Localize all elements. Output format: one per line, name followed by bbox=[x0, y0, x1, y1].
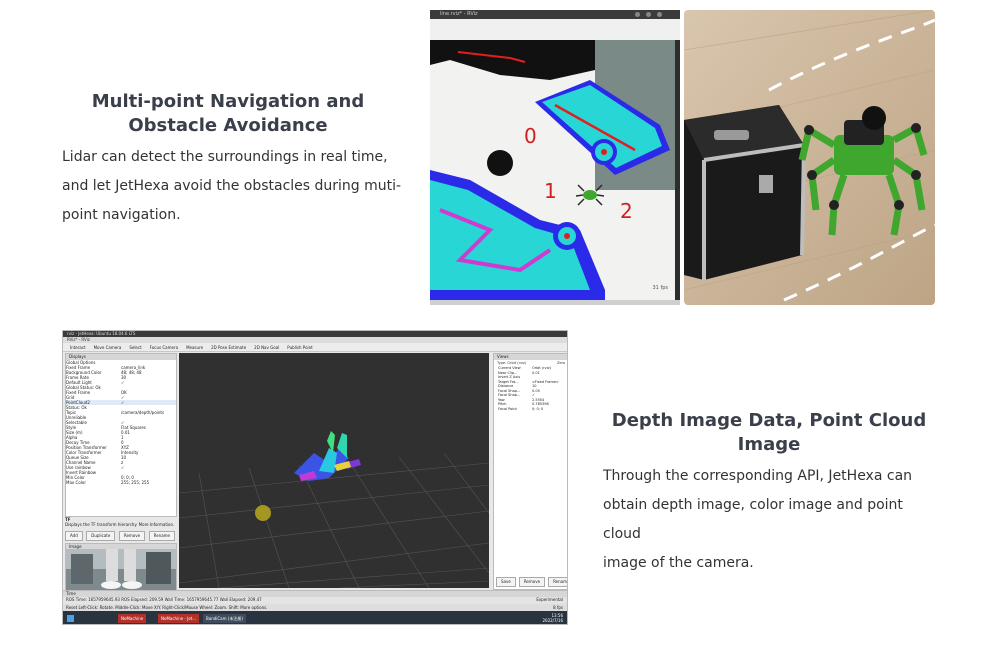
displays-buttons: Add Duplicate Remove Rename bbox=[65, 531, 175, 541]
clock-date: 2022/7/16 bbox=[542, 618, 563, 623]
jethexa-robot-photo bbox=[684, 10, 935, 305]
nav-map-top-area bbox=[430, 19, 680, 40]
round-obstacle-black bbox=[487, 150, 513, 176]
waypoint-label-0: 0 bbox=[524, 124, 537, 148]
suitcase-handle bbox=[714, 130, 749, 140]
nav-window-title: line.rviz* - RViz bbox=[440, 11, 478, 17]
depth-desc-line3: image of the camera. bbox=[603, 555, 754, 571]
tf-description: TF Displays the TF transform hierarchy. … bbox=[65, 517, 175, 529]
start-icon[interactable] bbox=[67, 615, 74, 622]
shoe-right bbox=[122, 581, 142, 589]
time-mode: Experimental bbox=[536, 597, 563, 602]
window-maximize-icon[interactable] bbox=[646, 12, 651, 17]
depth-title-line2: Image bbox=[737, 434, 801, 455]
time-panel: Time ROS Time: 1657959645.93 ROS Elapsed… bbox=[63, 590, 567, 605]
status-fps: 8 fps bbox=[553, 605, 563, 610]
status-instructions: Reset Left-Click: Rotate. Middle-Click: … bbox=[66, 605, 268, 610]
tf-description-text: Displays the TF transform hierarchy. Mor… bbox=[65, 522, 175, 527]
views-tree: Current View Orbit (rviz) Near Clip... 0.01… bbox=[494, 366, 567, 412]
views-row-key: Focal Point bbox=[498, 406, 517, 411]
tool-select[interactable]: Select bbox=[126, 343, 144, 351]
depth-section-title: Depth Image Data, Point Cloud Image bbox=[603, 409, 935, 457]
person-leg-left bbox=[106, 549, 118, 581]
nav-title-line1: Multi-point Navigation and bbox=[91, 91, 365, 112]
waypoint-label-2: 2 bbox=[620, 199, 633, 223]
windows-taskbar: NoMachine NoMachine - Jet... BandiCam (未… bbox=[63, 611, 567, 624]
views-buttons: Save Remove Rename bbox=[496, 577, 567, 587]
tool-2d-pose-estimate[interactable]: 2D Pose Estimate bbox=[208, 343, 249, 351]
remove-display-button[interactable]: Remove bbox=[118, 531, 146, 541]
depth-section-description: Through the corresponding API, JetHexa c… bbox=[603, 462, 943, 578]
rename-display-button[interactable]: Rename bbox=[148, 531, 175, 541]
depth-desc-line1: Through the corresponding API, JetHexa c… bbox=[603, 468, 913, 484]
views-save-button[interactable]: Save bbox=[496, 577, 516, 587]
status-bar: Reset Left-Click: Rotate. Middle-Click: … bbox=[63, 604, 567, 611]
duplicate-display-button[interactable]: Duplicate bbox=[86, 531, 116, 541]
nav-window-titlebar: line.rviz* - RViz bbox=[430, 10, 680, 19]
window-minimize-icon[interactable] bbox=[635, 12, 640, 17]
tool-move-camera[interactable]: Move Camera bbox=[91, 343, 125, 351]
nav-fps-readout: 31 fps bbox=[652, 285, 669, 291]
nav-status-bar bbox=[430, 300, 680, 305]
display-row-key: Max Color bbox=[66, 480, 86, 485]
displays-tree: Global Options Fixed Frame camera_link Back… bbox=[66, 360, 176, 485]
nav-desc-line1: Lidar can detect the surroundings in rea… bbox=[62, 149, 388, 165]
pointcloud-rviz-screenshot: rviz - JetHexa: Ubuntu 18.04.6 LTS RViz*… bbox=[62, 330, 568, 625]
time-readout: ROS Time: 1657959645.93 ROS Elapsed: 209… bbox=[66, 597, 262, 602]
tool-publish-point[interactable]: Publish Point bbox=[284, 343, 315, 351]
focus-point-marker bbox=[255, 505, 271, 521]
displays-panel: Displays Global Options Fixed Frame camera… bbox=[65, 353, 177, 517]
display-row-value: 255; 255; 255 bbox=[121, 480, 150, 485]
nav-section-description: Lidar can detect the surroundings in rea… bbox=[62, 143, 402, 230]
views-remove-button[interactable]: Remove bbox=[518, 577, 546, 587]
rviz-toolbar: Interact Move Camera Select Focus Camera… bbox=[63, 343, 567, 352]
depth-title-line1: Depth Image Data, Point Cloud bbox=[611, 410, 927, 431]
person-leg-right bbox=[124, 549, 136, 581]
views-rename-button[interactable]: Rename bbox=[548, 577, 567, 587]
tool-2d-nav-goal[interactable]: 2D Nav Goal bbox=[251, 343, 282, 351]
taskbar-clock: 13:56 2022/7/16 bbox=[542, 613, 563, 623]
add-display-button[interactable]: Add bbox=[65, 531, 83, 541]
tool-interact[interactable]: Interact bbox=[67, 343, 89, 351]
nav-desc-line2: and let JetHexa avoid the obstacles duri… bbox=[62, 178, 402, 194]
display-row[interactable]: Max Color 255; 255; 255 bbox=[66, 480, 176, 485]
navigation-rviz-screenshot: line.rviz* - RViz 0 1 2 31 fps bbox=[430, 10, 680, 305]
tool-measure[interactable]: Measure bbox=[183, 343, 206, 351]
tool-focus-camera[interactable]: Focus Camera bbox=[147, 343, 181, 351]
taskbar-nomachine-jet[interactable]: NoMachine - Jet... bbox=[158, 614, 200, 623]
nav-section-title: Multi-point Navigation and Obstacle Avoi… bbox=[62, 90, 394, 138]
nav-desc-line3: point navigation. bbox=[62, 207, 181, 223]
depth-desc-line2: obtain depth image, color image and poin… bbox=[603, 497, 903, 542]
taskbar-nomachine[interactable]: NoMachine bbox=[118, 614, 147, 623]
shoe-left bbox=[101, 581, 121, 589]
waypoint-label-1: 1 bbox=[544, 179, 557, 203]
window-close-icon[interactable] bbox=[657, 12, 662, 17]
navigation-map: 0 1 2 bbox=[430, 40, 675, 300]
views-panel: Views Type: Orbit (rviz) Zero Current Vi… bbox=[493, 353, 567, 590]
suitcase-latch bbox=[759, 175, 773, 193]
taskbar-bandicam[interactable]: BandiCam (未注册) bbox=[203, 614, 246, 623]
views-row-value: 0; 0; 0 bbox=[532, 406, 544, 411]
views-row[interactable]: Focal Point 0; 0; 0 bbox=[494, 406, 567, 412]
3d-view-viewport[interactable] bbox=[179, 353, 489, 588]
nav-title-line2: Obstacle Avoidance bbox=[128, 115, 328, 136]
